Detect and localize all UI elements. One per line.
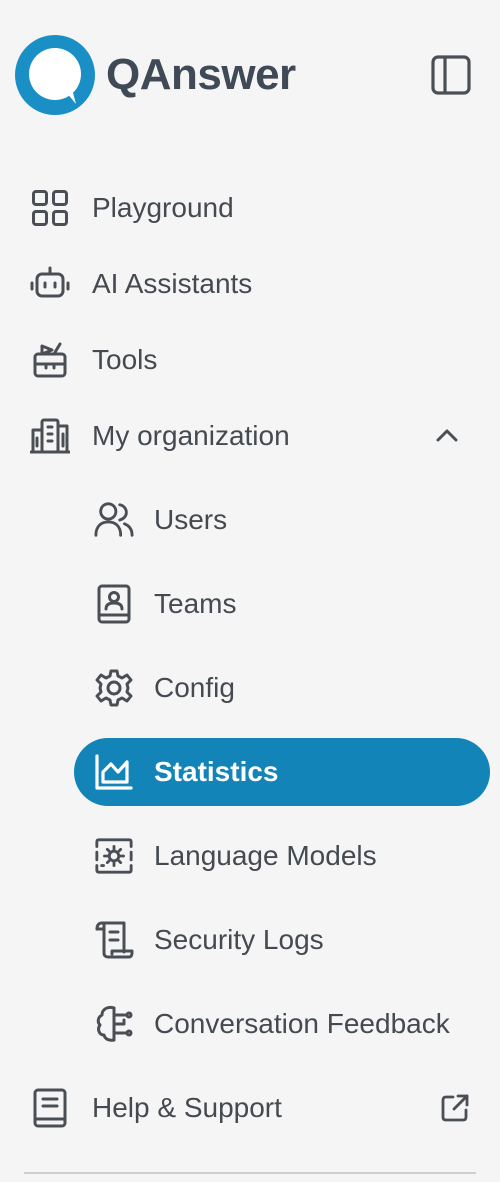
nav-label: Statistics — [154, 756, 279, 787]
nav-label: Tools — [92, 344, 158, 375]
scroll-log-icon — [94, 920, 134, 960]
nav-label: Config — [154, 672, 235, 703]
nav-label: Security Logs — [154, 924, 324, 955]
qanswer-logo-icon — [15, 35, 95, 115]
nav-label: Language Models — [154, 840, 377, 871]
nav-label: Help & Support — [92, 1092, 282, 1123]
sidebar-toggle-icon — [431, 55, 471, 95]
nav-label: Teams — [154, 588, 237, 619]
gear-icon — [94, 668, 134, 708]
nav-label: Playground — [92, 192, 234, 223]
sidebar: QAnswer Playground AI Assistants Tools M… — [0, 0, 500, 1182]
nav-item-my-organization[interactable]: My organization — [30, 403, 480, 469]
nav-item-users[interactable]: Users — [94, 487, 484, 553]
building-icon — [30, 416, 70, 456]
nav-item-config[interactable]: Config — [94, 655, 484, 721]
nav-label: My organization — [92, 420, 290, 451]
model-settings-icon — [94, 836, 134, 876]
nav-item-help-support[interactable]: Help & Support — [30, 1075, 480, 1141]
brand-name: QAnswer — [106, 50, 296, 99]
nav-label: Conversation Feedback — [154, 1008, 450, 1039]
brain-feedback-icon — [94, 1004, 134, 1044]
brand-logo[interactable]: QAnswer — [14, 34, 296, 116]
nav-item-ai-assistants[interactable]: AI Assistants — [30, 251, 480, 317]
nav-item-tools[interactable]: Tools — [30, 327, 480, 393]
nav-item-teams[interactable]: Teams — [94, 571, 484, 637]
nav-item-statistics[interactable]: Statistics — [74, 738, 490, 806]
users-icon — [94, 500, 134, 540]
book-icon — [30, 1088, 70, 1128]
nav-item-playground[interactable]: Playground — [30, 175, 480, 241]
divider — [24, 1172, 476, 1174]
chart-area-icon — [94, 752, 134, 792]
robot-icon — [30, 264, 70, 304]
nav-item-language-models[interactable]: Language Models — [94, 823, 484, 889]
collapse-sidebar-button[interactable] — [430, 54, 472, 96]
grid-icon — [30, 188, 70, 228]
nav-label: Users — [154, 504, 228, 535]
toolbox-icon — [30, 340, 70, 380]
nav-item-conversation-feedback[interactable]: Conversation Feedback — [94, 991, 484, 1057]
nav-label: AI Assistants — [92, 268, 253, 299]
contact-book-icon — [94, 584, 134, 624]
nav-item-security-logs[interactable]: Security Logs — [94, 907, 484, 973]
external-link-icon — [440, 1093, 470, 1123]
chevron-up-icon[interactable] — [434, 423, 460, 449]
